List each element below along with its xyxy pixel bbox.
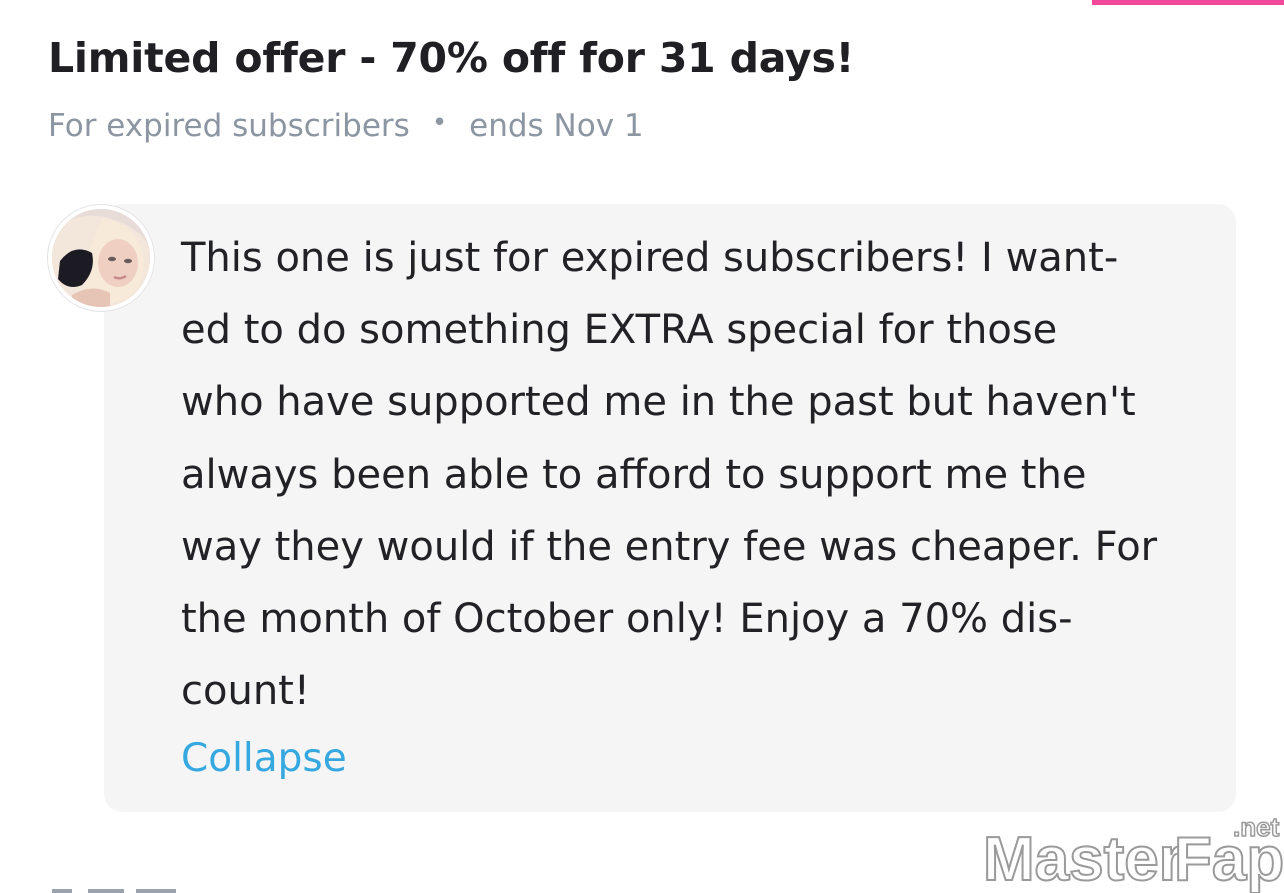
offer-meta: For expired subscribers • ends Nov 1: [48, 108, 644, 144]
message-line: always been able to afford to support me…: [181, 451, 1087, 498]
message-line: This one is just for expired subscribers…: [181, 235, 1119, 281]
watermark-logo: Master Fap .net: [982, 811, 1284, 893]
message-line: count!: [181, 668, 310, 715]
offer-end-date: ends Nov 1: [469, 108, 644, 144]
avatar[interactable]: [48, 205, 154, 311]
message-line: ed to do something EXTRA special for tho…: [181, 307, 1058, 354]
message-line: way they would if the entry fee was chea…: [181, 523, 1158, 570]
message-text: This one is just for expired subscribers…: [181, 222, 1221, 727]
offer-audience: For expired subscribers: [48, 108, 410, 144]
meta-separator: •: [431, 108, 448, 138]
message-line: who have supported me in the past but ha…: [181, 379, 1136, 426]
avatar-photo: [52, 209, 150, 307]
watermark-suffix: .net: [1233, 812, 1280, 842]
message-line: the month of October only! Enjoy a 70% d…: [181, 596, 1073, 643]
offer-page: Limited offer - 70% off for 31 days! For…: [0, 0, 1284, 893]
offer-title: Limited offer - 70% off for 31 days!: [48, 34, 855, 82]
top-accent-bar: [1092, 0, 1284, 5]
cut-off-content: [52, 889, 176, 893]
watermark-master: Master: [983, 825, 1183, 893]
collapse-link[interactable]: Collapse: [181, 736, 347, 781]
